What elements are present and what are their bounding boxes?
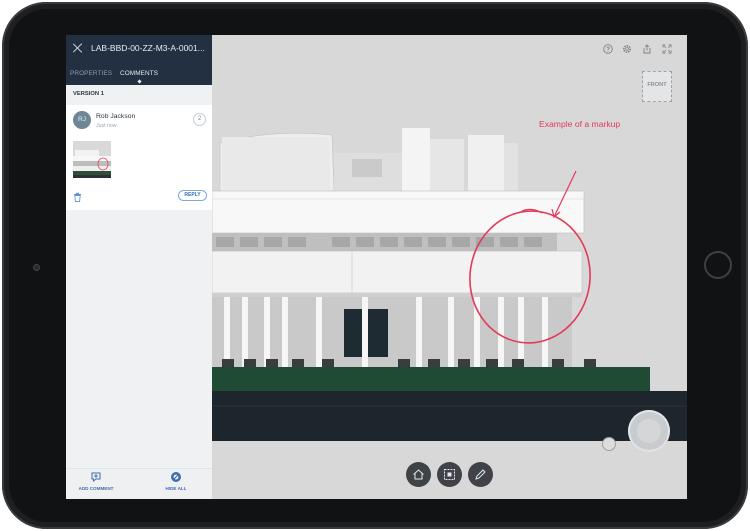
tab-properties[interactable]: PROPERTIES [70, 70, 112, 77]
help-icon[interactable] [603, 44, 613, 54]
hide-all-label: HIDE ALL [165, 486, 187, 491]
add-comment-button[interactable]: ADD COMMENT [66, 471, 126, 491]
tab-comments[interactable]: COMMENTS [120, 70, 158, 77]
markup-tool-button[interactable] [468, 462, 493, 487]
comment-card[interactable]: RJ Rob Jackson Just now 2 REPLY [66, 105, 212, 210]
fullscreen-icon[interactable] [662, 44, 672, 54]
tablet-frame: LAB-BBD-00-ZZ-M3-A-0001... PROPERTIES CO… [2, 2, 748, 529]
markup-pen-icon [475, 469, 486, 480]
fit-view-icon [444, 469, 455, 480]
home-icon [413, 469, 424, 480]
thumbnail-image [73, 141, 111, 178]
version-label: VERSION 1 [73, 91, 104, 97]
panel-header: LAB-BBD-00-ZZ-M3-A-0001... PROPERTIES CO… [66, 35, 212, 85]
add-comment-icon [91, 472, 101, 483]
hide-all-button[interactable]: HIDE ALL [146, 471, 206, 491]
home-hardware-button[interactable] [704, 251, 732, 279]
app-screen: LAB-BBD-00-ZZ-M3-A-0001... PROPERTIES CO… [66, 35, 687, 499]
model-viewer[interactable]: FRONT Example of a markup [212, 35, 687, 499]
add-comment-label: ADD COMMENT [78, 486, 114, 491]
comment-author: Rob Jackson [96, 113, 136, 120]
home-view-button[interactable] [406, 462, 431, 487]
document-title: LAB-BBD-00-ZZ-M3-A-0001... [91, 43, 205, 53]
panel-footer: ADD COMMENT HIDE ALL [66, 468, 212, 499]
building-model [212, 128, 687, 441]
share-icon[interactable] [642, 44, 652, 54]
active-tab-indicator [137, 79, 142, 84]
avatar: RJ [73, 111, 91, 129]
comment-time: Just now [96, 123, 117, 129]
navigation-wheel[interactable] [628, 410, 670, 452]
comments-panel: LAB-BBD-00-ZZ-M3-A-0001... PROPERTIES CO… [66, 35, 212, 499]
reply-button[interactable]: REPLY [178, 190, 207, 201]
trash-icon[interactable] [73, 192, 82, 202]
viewcube[interactable]: FRONT [642, 71, 672, 102]
hide-all-icon [171, 472, 181, 482]
markup-thumbnail[interactable] [73, 141, 111, 178]
close-icon[interactable] [73, 43, 83, 53]
settings-icon[interactable] [622, 44, 632, 54]
markup-annotation-text: Example of a markup [539, 119, 621, 129]
viewcube-label: FRONT [647, 82, 667, 88]
camera-icon [33, 264, 40, 271]
walk-mode-icon[interactable] [602, 437, 616, 451]
nav-wheel-center[interactable] [637, 419, 661, 443]
comment-count-badge: 2 [193, 113, 206, 126]
fit-view-button[interactable] [437, 462, 462, 487]
